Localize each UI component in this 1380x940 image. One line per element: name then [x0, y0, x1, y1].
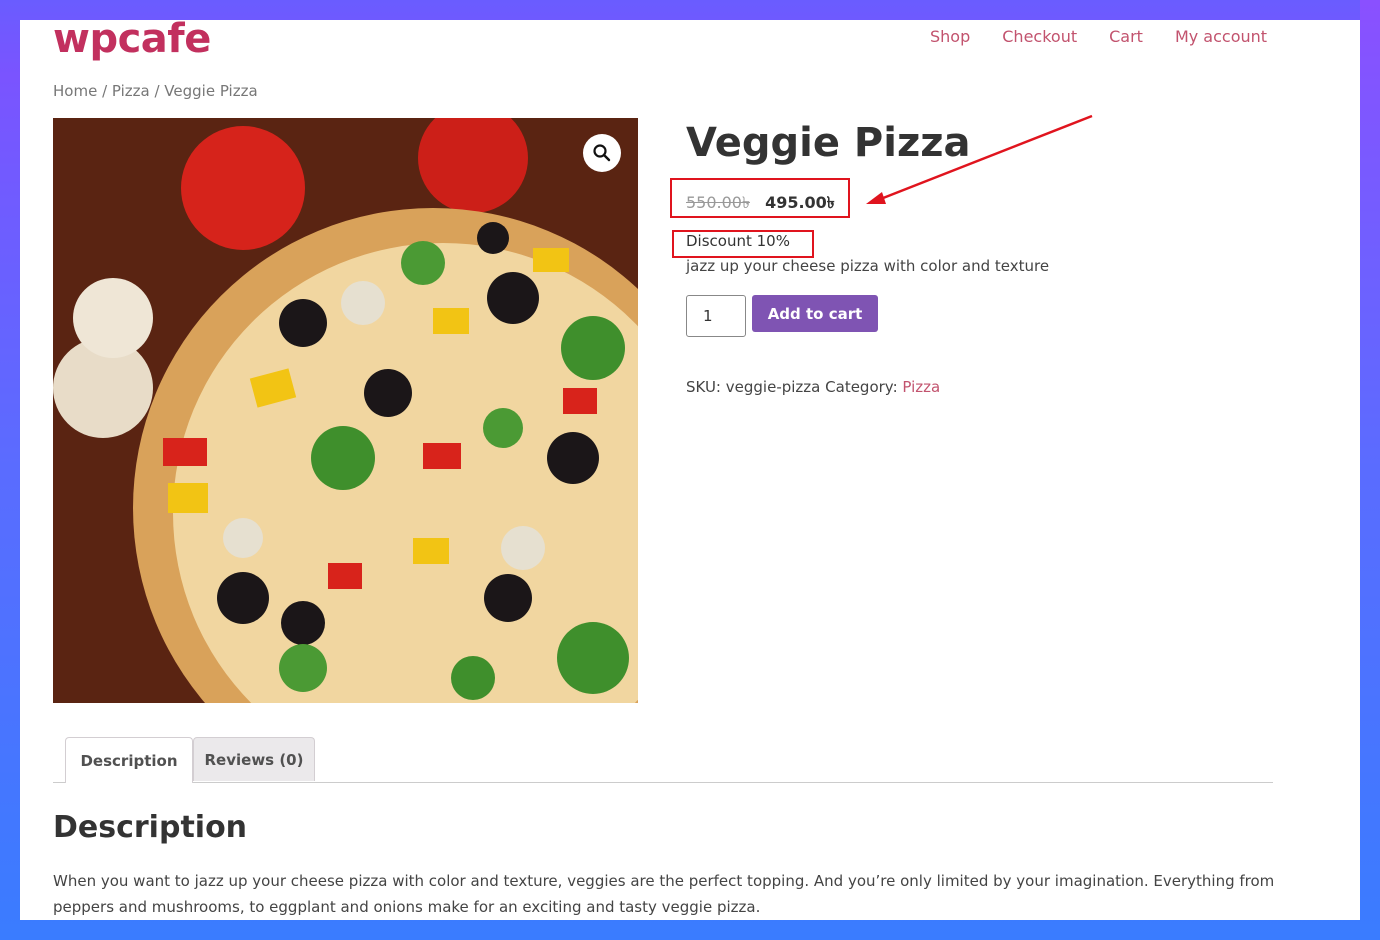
product-meta: SKU: veggie-pizza Category: Pizza [686, 378, 940, 396]
tab-description[interactable]: Description [65, 737, 193, 783]
quantity-input[interactable] [686, 295, 746, 337]
breadcrumb: Home / Pizza / Veggie Pizza [53, 82, 258, 100]
image-zoom-button[interactable] [583, 134, 621, 172]
nav-my-account[interactable]: My account [1175, 27, 1267, 46]
discount-highlight-box [672, 230, 814, 258]
sku-label: SKU: [686, 378, 721, 396]
nav-shop[interactable]: Shop [930, 27, 970, 46]
background-edge [1360, 0, 1380, 940]
mushroom [73, 278, 153, 358]
nav-checkout[interactable]: Checkout [1002, 27, 1077, 46]
main-nav: Shop Checkout Cart My account [930, 27, 1299, 46]
product-image[interactable] [53, 118, 638, 703]
description-heading: Description [53, 810, 248, 845]
category-link[interactable]: Pizza [902, 378, 940, 396]
pizza-illustration [53, 118, 638, 703]
site-logo[interactable]: wpcafe [53, 20, 211, 62]
add-to-cart-button[interactable]: Add to cart [752, 295, 878, 332]
short-description: jazz up your cheese pizza with color and… [686, 257, 1050, 275]
category-label: Category: [825, 378, 898, 396]
price-highlight-box [670, 178, 850, 218]
tab-reviews[interactable]: Reviews (0) [193, 737, 315, 781]
sku-value: veggie-pizza [725, 378, 821, 396]
nav-cart[interactable]: Cart [1109, 27, 1143, 46]
product-title: Veggie Pizza [686, 120, 971, 166]
magnifier-icon [593, 144, 611, 162]
tomato [181, 126, 305, 250]
product-page: wpcafe Shop Checkout Cart My account Hom… [20, 20, 1360, 920]
product-tabs: Description Reviews (0) [53, 737, 1273, 783]
description-body: When you want to jazz up your cheese piz… [53, 872, 1275, 916]
